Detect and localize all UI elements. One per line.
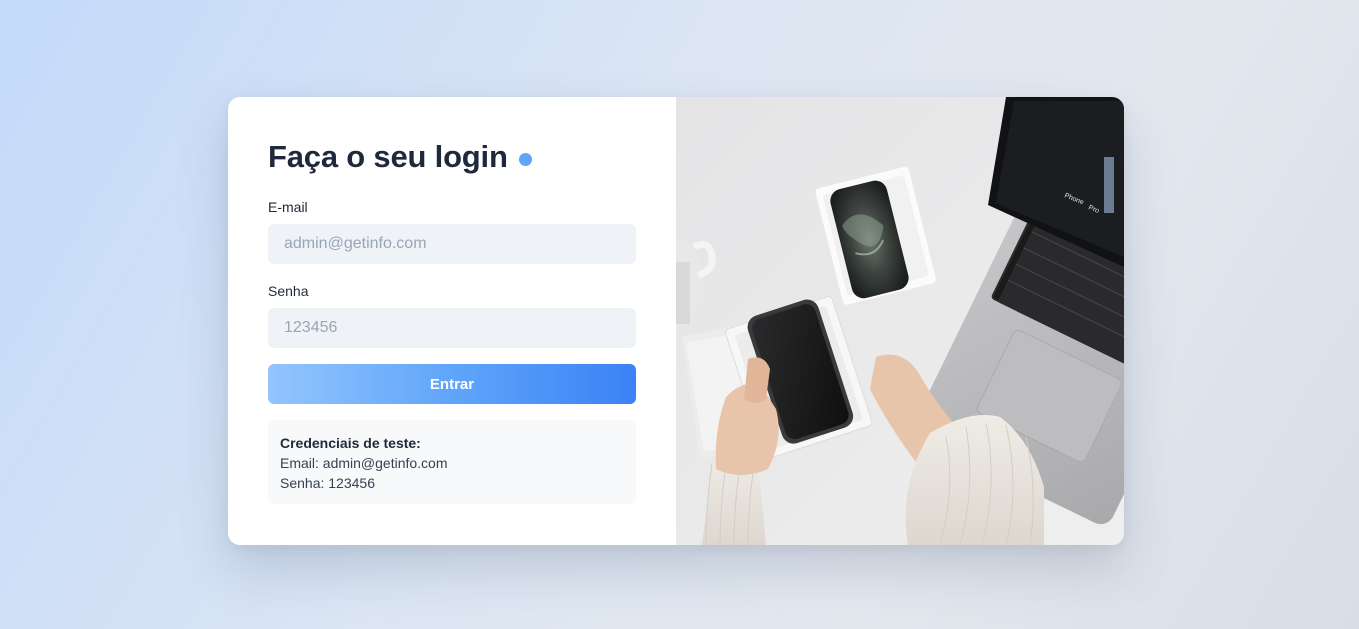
credentials-password: Senha: 123456	[280, 475, 375, 491]
email-input[interactable]	[268, 224, 636, 264]
credentials-email: Email: admin@getinfo.com	[280, 455, 448, 471]
password-label: Senha	[268, 283, 309, 299]
test-credentials-box: Credenciais de teste: Email: admin@getin…	[268, 420, 636, 504]
login-submit-button[interactable]: Entrar	[268, 364, 636, 404]
hero-image: Phone Pro	[676, 97, 1124, 545]
password-input[interactable]	[268, 308, 636, 348]
login-card: Faça o seu login E-mail Senha Entrar Cre…	[228, 97, 1124, 545]
page-title: Faça o seu login	[268, 139, 508, 174]
title-row: Faça o seu login	[268, 137, 636, 177]
email-label: E-mail	[268, 199, 308, 215]
login-form-panel: Faça o seu login E-mail Senha Entrar Cre…	[228, 97, 676, 545]
photo-icon: Phone Pro	[676, 97, 1124, 545]
credentials-heading: Credenciais de teste:	[280, 435, 421, 451]
accent-dot-icon	[518, 152, 532, 166]
